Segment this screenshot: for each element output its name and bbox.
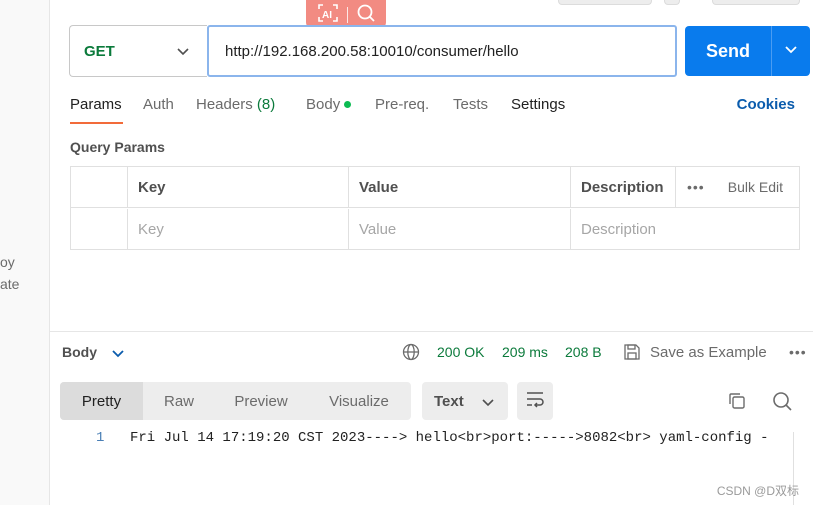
tab-pretty[interactable]: Pretty <box>60 382 143 420</box>
line-number: 1 <box>96 430 105 446</box>
more-options-icon[interactable]: ••• <box>687 179 705 195</box>
bulk-edit-button[interactable]: Bulk Edit <box>728 179 783 195</box>
tab-preview[interactable]: Preview <box>215 382 307 420</box>
method-value: GET <box>84 42 115 60</box>
column-header-value: Value <box>349 167 571 208</box>
top-tab-fragment[interactable] <box>558 0 652 5</box>
active-tab-underline <box>70 122 123 124</box>
checkbox-column <box>71 167 128 208</box>
format-select[interactable]: Text <box>422 382 508 420</box>
top-tab-fragment[interactable] <box>664 0 680 5</box>
description-input[interactable]: Description <box>571 209 799 250</box>
response-divider[interactable] <box>50 331 813 332</box>
tab-settings[interactable]: Settings <box>511 96 565 113</box>
chevron-down-icon <box>177 44 189 62</box>
column-header-key: Key <box>128 167 349 208</box>
response-view-tabs: Pretty Raw Preview Visualize <box>60 382 411 420</box>
query-params-title: Query Params <box>70 139 165 155</box>
tab-raw[interactable]: Raw <box>143 382 215 420</box>
key-input[interactable]: Key <box>128 209 349 250</box>
url-input[interactable] <box>207 25 677 77</box>
row-checkbox-cell <box>71 209 128 250</box>
save-as-example-button[interactable]: Save as Example <box>650 344 767 361</box>
left-sidebar: oy ate <box>0 0 50 505</box>
tab-auth[interactable]: Auth <box>143 96 174 113</box>
headers-count: (8) <box>256 96 276 113</box>
format-value: Text <box>434 392 464 410</box>
tab-visualize[interactable]: Visualize <box>307 382 411 420</box>
response-size[interactable]: 208 B <box>565 344 602 360</box>
status-code[interactable]: 200 OK <box>437 344 484 360</box>
watermark: CSDN @D双标 <box>716 484 799 498</box>
more-options-icon[interactable]: ••• <box>789 344 807 360</box>
ai-text-icon[interactable]: AI <box>317 3 339 28</box>
copy-icon[interactable] <box>727 391 747 416</box>
tab-headers[interactable]: Headers (8) <box>196 96 275 113</box>
wrap-lines-icon <box>525 390 545 413</box>
request-tabs: Params Auth Headers (8) Body Pre-req. Te… <box>70 96 810 126</box>
tab-headers-label: Headers <box>196 96 253 113</box>
send-button[interactable]: Send <box>685 26 771 76</box>
body-indicator-dot <box>344 100 352 108</box>
response-body-label[interactable]: Body <box>62 344 97 360</box>
top-tab-fragment[interactable] <box>712 0 800 5</box>
chevron-down-icon[interactable] <box>112 346 124 364</box>
globe-icon[interactable] <box>402 343 420 366</box>
table-row: Key Value Description <box>71 209 799 250</box>
value-input[interactable]: Value <box>349 209 571 250</box>
response-code-line[interactable]: 1 Fri Jul 14 17:19:20 CST 2023----> hell… <box>60 428 800 450</box>
save-icon[interactable] <box>623 343 641 366</box>
method-select[interactable]: GET <box>69 25 207 77</box>
response-time[interactable]: 209 ms <box>502 344 548 360</box>
sidebar-text-fragment: ate <box>0 276 20 292</box>
svg-text:AI: AI <box>322 10 332 21</box>
chevron-down-icon <box>482 395 494 412</box>
tab-tests[interactable]: Tests <box>453 96 488 113</box>
table-header-row: Key Value Description ••• Bulk Edit <box>71 167 799 208</box>
response-body-text: Fri Jul 14 17:19:20 CST 2023----> hello<… <box>130 430 769 446</box>
tab-params[interactable]: Params <box>70 96 122 113</box>
sidebar-text-fragment: oy <box>0 254 15 270</box>
tab-body-label: Body <box>306 96 341 113</box>
send-dropdown-button[interactable] <box>771 26 810 76</box>
search-icon[interactable] <box>356 3 376 28</box>
tab-prereq[interactable]: Pre-req. <box>375 96 429 113</box>
column-header-description: Description <box>571 167 676 208</box>
cookies-link[interactable]: Cookies <box>737 96 795 113</box>
toolbar-separator <box>346 7 348 23</box>
chevron-down-icon <box>785 42 797 60</box>
query-params-table: Key Value Description ••• Bulk Edit Key … <box>70 166 800 250</box>
wrap-lines-button[interactable] <box>517 382 553 420</box>
search-icon[interactable] <box>771 390 793 417</box>
tab-body[interactable]: Body <box>306 96 352 113</box>
